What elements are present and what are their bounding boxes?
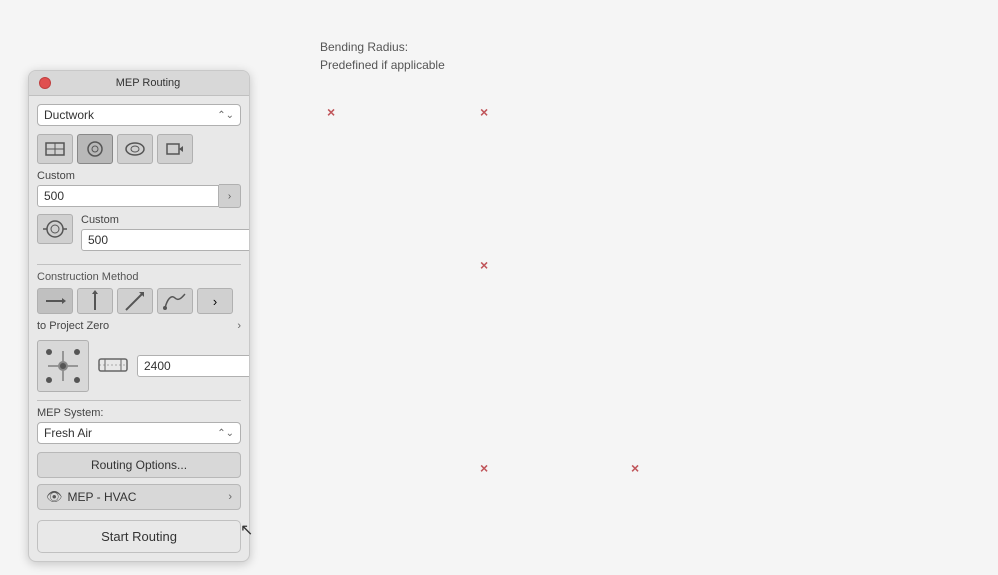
panel-title: MEP Routing <box>57 77 239 89</box>
rect-shape-btn[interactable] <box>37 134 73 164</box>
method-icons-row: › <box>37 288 241 314</box>
method-expand-btn[interactable]: › <box>197 288 233 314</box>
duct-side-icon[interactable] <box>37 214 73 244</box>
ductwork-dropdown-row: Ductwork ⌃⌄ <box>37 104 241 126</box>
start-routing-button[interactable]: Start Routing <box>37 520 241 553</box>
fresh-air-arrow-icon: ⌃⌄ <box>217 428 234 439</box>
shape-icons-row <box>37 134 241 164</box>
value-input-1[interactable] <box>37 185 219 207</box>
cross-marker-2: × <box>480 258 488 272</box>
single-icon-row: Custom › <box>37 214 241 258</box>
cross-marker-3: × <box>480 461 488 475</box>
custom-label-2: Custom <box>81 214 250 226</box>
method-horizontal-btn[interactable] <box>37 288 73 314</box>
project-zero-label: to Project Zero <box>37 320 109 332</box>
project-zero-row[interactable]: to Project Zero › <box>37 320 241 332</box>
mep-routing-panel: MEP Routing Ductwork ⌃⌄ <box>28 70 250 562</box>
mep-hvac-row[interactable]: 👁 MEP - HVAC › <box>37 484 241 510</box>
tooltip: Bending Radius: Predefined if applicable <box>320 38 445 74</box>
circle-shape-btn[interactable] <box>77 134 113 164</box>
cross-marker-4: × <box>631 461 639 475</box>
routing-options-button[interactable]: Routing Options... <box>37 452 241 478</box>
mep-row-left: 👁 MEP - HVAC <box>46 489 136 505</box>
construction-method-label: Construction Method <box>37 271 241 283</box>
oval-shape-btn[interactable] <box>117 134 153 164</box>
extra-shape-btn[interactable] <box>157 134 193 164</box>
fresh-air-dropdown-row: Fresh Air ⌃⌄ <box>37 422 241 444</box>
node-widget[interactable] <box>37 340 89 392</box>
tooltip-line2: Predefined if applicable <box>320 56 445 74</box>
method-diagonal-btn[interactable] <box>117 288 153 314</box>
title-bar: MEP Routing <box>29 71 249 96</box>
mep-hvac-label: MEP - HVAC <box>68 490 137 504</box>
divider-2 <box>37 400 241 401</box>
custom-label-1: Custom <box>37 170 241 182</box>
input-row-1: › <box>37 184 241 208</box>
node-value-input[interactable] <box>137 355 250 377</box>
mep-system-label: MEP System: <box>37 407 241 419</box>
divider-1 <box>37 264 241 265</box>
node-row <box>37 340 241 392</box>
fresh-air-dropdown[interactable]: Fresh Air ⌃⌄ <box>37 422 241 444</box>
custom-section-1: Custom › <box>37 170 241 208</box>
ductwork-label: Ductwork <box>44 108 94 122</box>
cross-marker-0: × <box>327 105 335 119</box>
close-button[interactable] <box>39 77 51 89</box>
project-zero-arrow-icon: › <box>237 320 241 332</box>
cross-marker-1: × <box>480 105 488 119</box>
mep-hvac-arrow-icon: › <box>228 491 232 503</box>
eye-icon: 👁 <box>46 489 63 505</box>
value-input-2[interactable] <box>81 229 250 251</box>
icon-inputs: Custom › <box>81 214 250 258</box>
method-freeform-btn[interactable] <box>157 288 193 314</box>
dropdown-arrow-icon: ⌃⌄ <box>217 110 234 121</box>
pipe-icon <box>97 351 129 382</box>
tooltip-line1: Bending Radius: <box>320 38 445 56</box>
ductwork-dropdown[interactable]: Ductwork ⌃⌄ <box>37 104 241 126</box>
input-arrow-btn-1[interactable]: › <box>219 184 241 208</box>
input-row-2: › <box>81 228 250 252</box>
panel-body: Ductwork ⌃⌄ <box>29 96 249 561</box>
fresh-air-label: Fresh Air <box>44 426 92 440</box>
method-vertical-btn[interactable] <box>77 288 113 314</box>
